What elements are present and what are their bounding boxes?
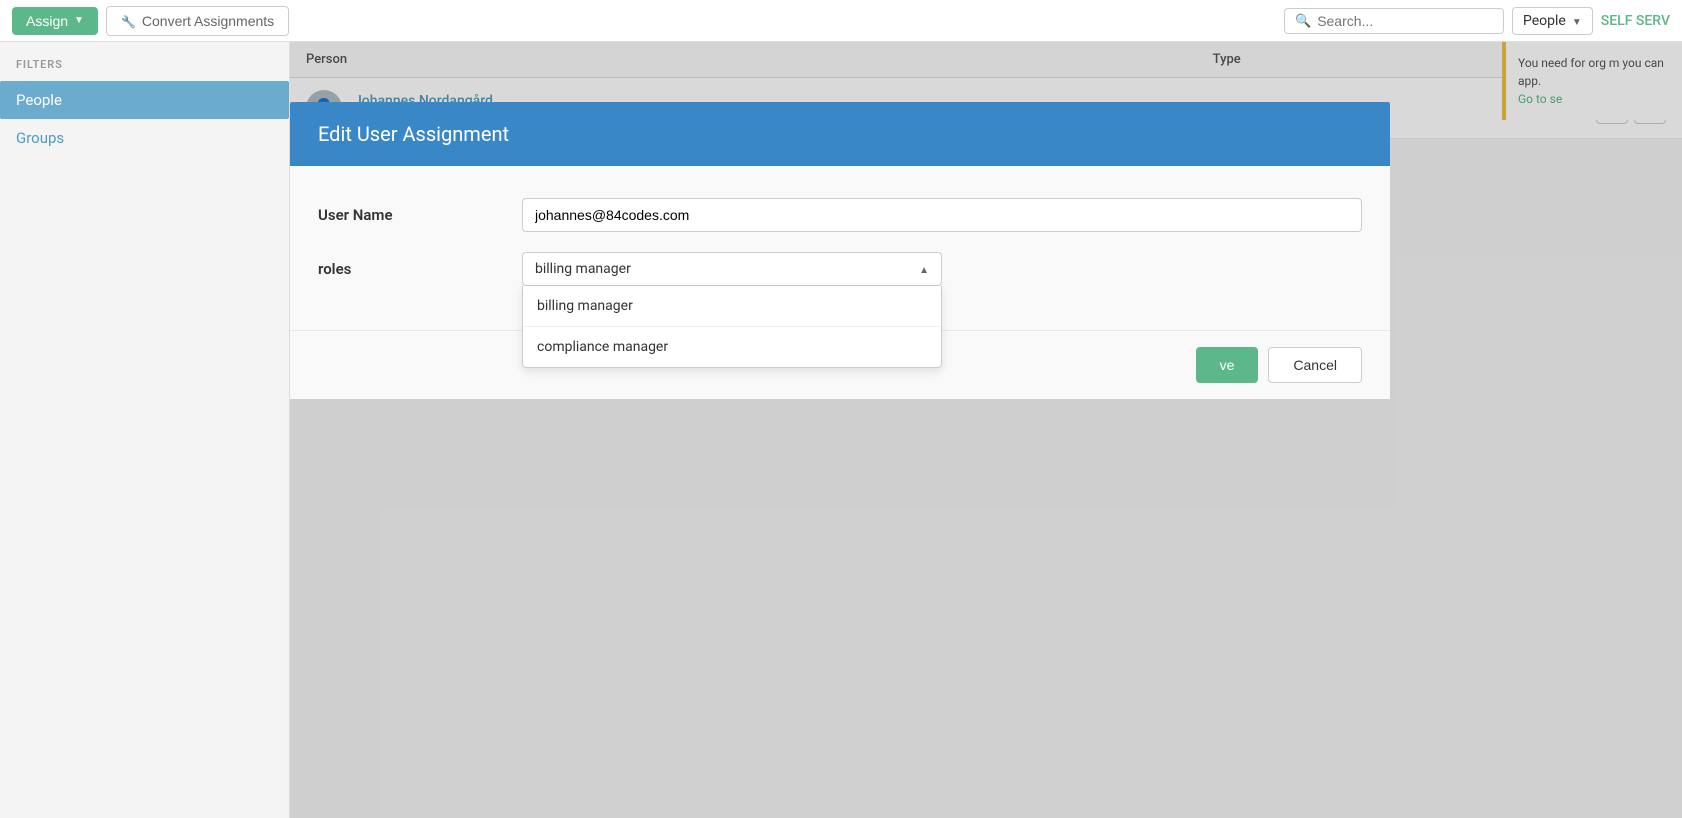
roles-label: roles xyxy=(318,252,498,278)
save-button[interactable]: ve xyxy=(1196,347,1259,383)
roles-option-compliance-manager[interactable]: compliance manager xyxy=(523,327,941,367)
self-serve-label: SELF SERV xyxy=(1601,13,1670,29)
username-field-wrapper xyxy=(522,198,1362,232)
search-wrapper xyxy=(1284,8,1504,34)
search-icon xyxy=(1295,13,1311,29)
main-layout: FILTERS People Groups Person Type 👤 Joha… xyxy=(0,42,1682,818)
roles-selected-value: billing manager xyxy=(535,261,631,277)
username-label: User Name xyxy=(318,198,498,224)
roles-select-display[interactable]: billing manager xyxy=(522,252,942,286)
roles-row: roles billing manager billing manager xyxy=(318,252,1362,286)
content-area: Person Type 👤 Johannes Nordangård johann… xyxy=(290,42,1682,818)
people-dropdown-label: People xyxy=(1523,13,1566,29)
roles-field-wrapper: billing manager billing manager complian… xyxy=(522,252,1362,286)
modal-overlay: Edit User Assignment User Name roles xyxy=(290,42,1682,818)
sidebar-people-label: People xyxy=(16,91,62,109)
roles-dropdown-list: billing manager compliance manager xyxy=(522,286,942,368)
people-dropdown[interactable]: People xyxy=(1512,7,1593,35)
roles-option-billing-manager-label: billing manager xyxy=(537,298,633,314)
assign-chevron-icon: ▼ xyxy=(74,15,84,26)
sidebar-groups-label: Groups xyxy=(16,129,64,147)
sidebar-item-groups[interactable]: Groups xyxy=(0,119,289,157)
convert-assignments-label: Convert Assignments xyxy=(142,13,274,29)
people-chevron-icon xyxy=(1572,13,1582,29)
filters-label: FILTERS xyxy=(0,58,289,81)
username-row: User Name xyxy=(318,198,1362,232)
save-label: ve xyxy=(1220,357,1235,373)
modal-header: Edit User Assignment xyxy=(290,102,1390,166)
roles-option-compliance-manager-label: compliance manager xyxy=(537,339,668,355)
wrench-icon xyxy=(121,13,136,29)
roles-chevron-icon xyxy=(919,261,929,277)
sidebar: FILTERS People Groups xyxy=(0,42,290,818)
toolbar: Assign ▼ Convert Assignments People SELF… xyxy=(0,0,1682,42)
convert-assignments-button[interactable]: Convert Assignments xyxy=(106,6,289,36)
sidebar-item-people[interactable]: People xyxy=(0,81,289,119)
roles-option-billing-manager[interactable]: billing manager xyxy=(523,286,941,327)
modal-body: User Name roles billing manager xyxy=(290,166,1390,330)
modal-title: Edit User Assignment xyxy=(318,122,509,146)
cancel-button[interactable]: Cancel xyxy=(1268,347,1362,383)
search-input[interactable] xyxy=(1317,13,1493,29)
cancel-label: Cancel xyxy=(1293,357,1337,373)
assign-button[interactable]: Assign ▼ xyxy=(12,7,98,35)
username-field[interactable] xyxy=(522,198,1362,232)
assign-label: Assign xyxy=(26,13,68,29)
roles-dropdown-wrapper: billing manager billing manager complian… xyxy=(522,252,942,286)
modal: Edit User Assignment User Name roles xyxy=(290,102,1390,399)
